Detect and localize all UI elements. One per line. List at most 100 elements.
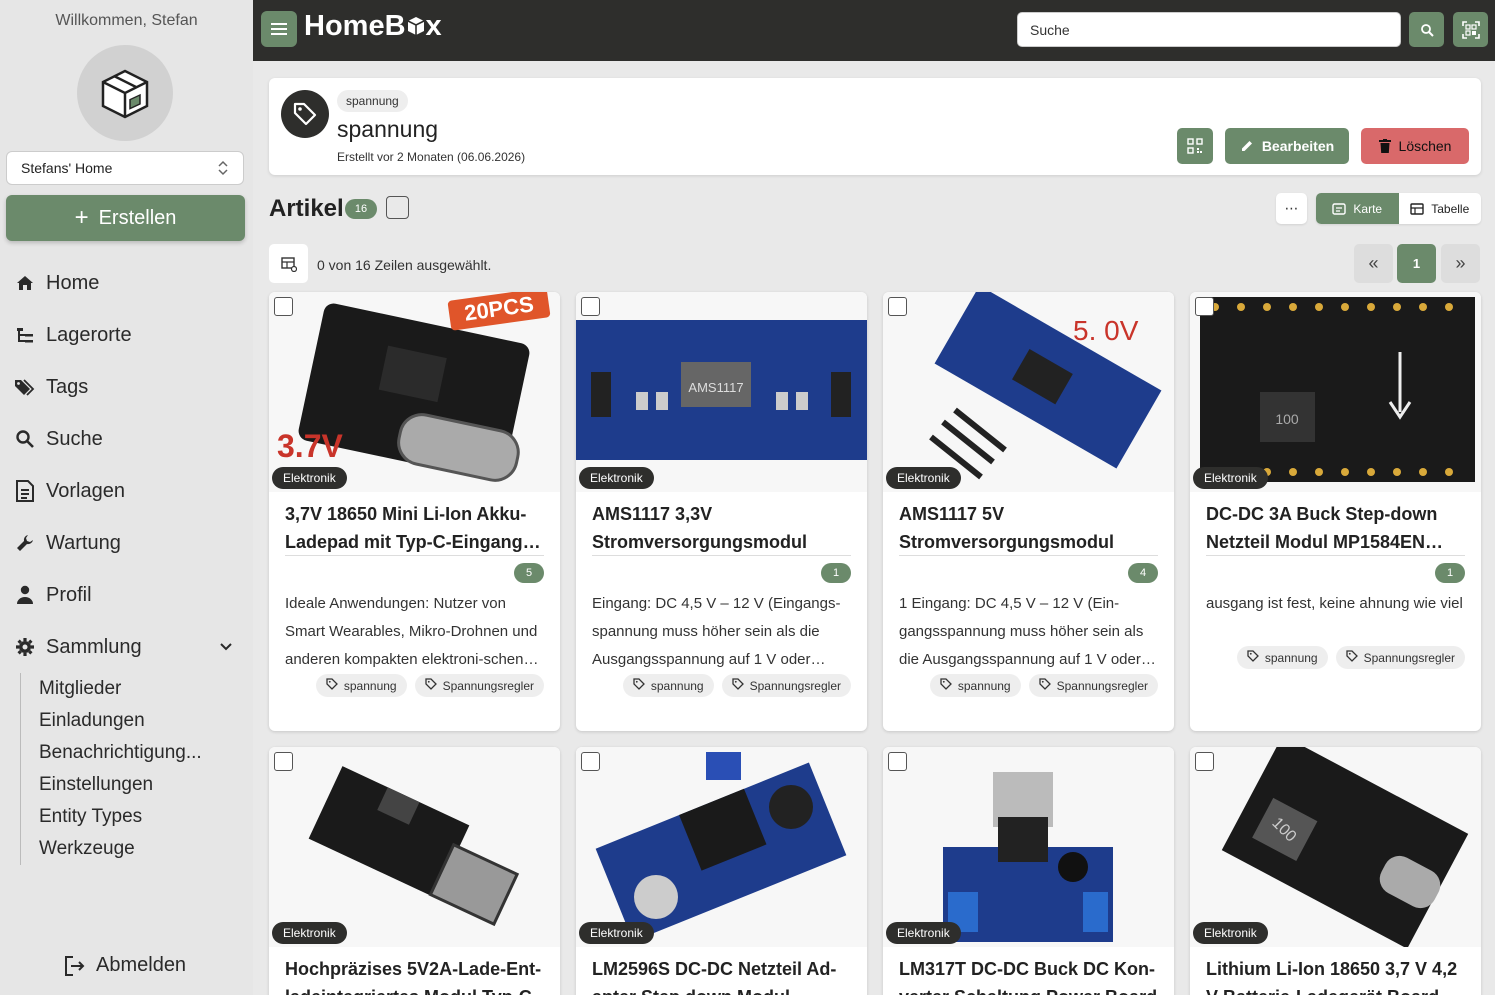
item-image[interactable]: 100 Elektronik bbox=[1190, 292, 1481, 492]
item-checkbox[interactable] bbox=[581, 752, 600, 771]
item-checkbox[interactable] bbox=[274, 297, 293, 316]
item-checkbox[interactable] bbox=[1195, 297, 1214, 316]
qr-scan-icon bbox=[1461, 20, 1480, 39]
item-title[interactable]: Hochpräzises 5V2A-Lade-Ent-ladeintegrier… bbox=[285, 955, 544, 995]
home-select-label: Stefans' Home bbox=[21, 160, 113, 176]
box-logo-icon bbox=[77, 45, 173, 141]
brand-logo[interactable]: HomeB x bbox=[304, 10, 442, 43]
item-image[interactable]: AMS1117 Elektronik bbox=[576, 292, 867, 492]
sidebar-item-lagerorte[interactable]: Lagerorte bbox=[0, 309, 253, 361]
location-badge[interactable]: Elektronik bbox=[272, 922, 347, 944]
tag-pill[interactable]: spannung bbox=[929, 674, 1021, 697]
location-badge[interactable]: Elektronik bbox=[579, 467, 654, 489]
search-button[interactable] bbox=[1409, 12, 1444, 47]
logout-button[interactable]: Abmelden bbox=[64, 954, 186, 977]
sidebar-item-suche[interactable]: Suche bbox=[0, 413, 253, 465]
tag-pill[interactable]: Spannungsregler bbox=[1335, 646, 1465, 669]
tag-icon bbox=[731, 678, 744, 693]
subnav-item-einstellungen[interactable]: Einstellungen bbox=[39, 769, 253, 801]
item-image[interactable]: Elektronik bbox=[269, 747, 560, 947]
item-card[interactable]: 5. 0V Elektronik AMS1117 5V Stromversorgun… bbox=[883, 292, 1174, 731]
sidebar-item-label: Suche bbox=[46, 427, 103, 450]
item-card[interactable]: Elektronik LM317T DC-DC Buck DC Kon-verte… bbox=[883, 747, 1174, 995]
more-options-button[interactable]: ⋯ bbox=[1276, 193, 1307, 224]
item-title[interactable]: 3,7V 18650 Mini Li-Ion Akku-Ladepad mit … bbox=[285, 500, 544, 556]
tag-icon bbox=[424, 678, 437, 693]
next-page-button[interactable]: » bbox=[1441, 244, 1480, 283]
sidebar-item-wartung[interactable]: Wartung bbox=[0, 517, 253, 569]
item-title[interactable]: Lithium Li-Ion 18650 3,7 V 4,2 V Batteri… bbox=[1206, 955, 1465, 995]
item-card[interactable]: 20PCS 3.7V Elektronik 3,7V 18650 Mini Li-Io… bbox=[269, 292, 560, 731]
tag-pill[interactable]: spannung bbox=[1236, 646, 1328, 669]
create-button[interactable]: + Erstellen bbox=[6, 195, 245, 241]
location-badge[interactable]: Elektronik bbox=[272, 467, 347, 489]
view-table-button[interactable]: Tabelle bbox=[1399, 193, 1482, 224]
location-badge[interactable]: Elektronik bbox=[579, 922, 654, 944]
edit-button[interactable]: Bearbeiten bbox=[1225, 128, 1349, 164]
sidebar-item-label: Sammlung bbox=[46, 635, 142, 658]
view-card-button[interactable]: Karte bbox=[1316, 193, 1399, 224]
sidebar-item-vorlagen[interactable]: Vorlagen bbox=[0, 465, 253, 517]
page-1-button[interactable]: 1 bbox=[1397, 244, 1436, 283]
item-checkbox[interactable] bbox=[274, 752, 293, 771]
item-image[interactable]: 20PCS 3.7V Elektronik bbox=[269, 292, 560, 492]
item-title[interactable]: AMS1117 5V Stromversorgungsmodul bbox=[899, 500, 1158, 556]
item-image[interactable]: 5. 0V Elektronik bbox=[883, 292, 1174, 492]
item-title[interactable]: LM317T DC-DC Buck DC Kon-verter Schaltun… bbox=[899, 955, 1158, 995]
sidebar-item-home[interactable]: Home bbox=[0, 257, 253, 309]
tag-label: Spannungsregler bbox=[1363, 650, 1455, 665]
tag-pill[interactable]: Spannungsregler bbox=[1028, 674, 1158, 697]
scan-button[interactable] bbox=[1453, 12, 1488, 47]
item-title[interactable]: LM2596S DC-DC Netzteil Ad-apter Step dow… bbox=[592, 955, 851, 995]
sidebar-item-profil[interactable]: Profil bbox=[0, 569, 253, 621]
search-input[interactable] bbox=[1017, 12, 1401, 47]
item-image[interactable]: Elektronik bbox=[883, 747, 1174, 947]
item-checkbox[interactable] bbox=[581, 297, 600, 316]
subnav-item-einladungen[interactable]: Einladungen bbox=[39, 705, 253, 737]
item-checkbox[interactable] bbox=[1195, 752, 1214, 771]
item-card[interactable]: Elektronik Hochpräzises 5V2A-Lade-Ent-lad… bbox=[269, 747, 560, 995]
tag-icon bbox=[326, 678, 338, 693]
item-card[interactable]: 100 Elektronik Lithium Li-Ion 18650 3,7 V … bbox=[1190, 747, 1481, 995]
item-card[interactable]: 100 Elektronik DC-DC 3A Buck Step-down Net… bbox=[1190, 292, 1481, 731]
delete-button[interactable]: Löschen bbox=[1361, 128, 1469, 164]
sidebar-item-tags[interactable]: Tags bbox=[0, 361, 253, 413]
location-badge[interactable]: Elektronik bbox=[1193, 467, 1268, 489]
subnav-item-werkzeuge[interactable]: Werkzeuge bbox=[39, 833, 253, 865]
location-badge[interactable]: Elektronik bbox=[886, 467, 961, 489]
subnav-item-mitglieder[interactable]: Mitglieder bbox=[39, 673, 253, 705]
pencil-icon bbox=[1241, 141, 1252, 151]
location-badge[interactable]: Elektronik bbox=[886, 922, 961, 944]
main-content: spannung spannung Erstellt vor 2 Monaten… bbox=[253, 61, 1495, 995]
item-title[interactable]: AMS1117 3,3V Stromversorgungsmodul bbox=[592, 500, 851, 556]
item-image[interactable]: 100 Elektronik bbox=[1190, 747, 1481, 947]
prev-page-button[interactable]: « bbox=[1354, 244, 1393, 283]
tag-pill[interactable]: spannung bbox=[315, 674, 407, 697]
menu-button[interactable] bbox=[261, 11, 297, 47]
item-title[interactable]: DC-DC 3A Buck Step-down Netzteil Modul M… bbox=[1206, 500, 1465, 556]
item-tags: spannung Spannungsregler bbox=[592, 674, 851, 709]
sidebar-item-label: Vorlagen bbox=[46, 479, 125, 502]
tag-pill[interactable]: spannung bbox=[622, 674, 714, 697]
item-checkbox[interactable] bbox=[888, 752, 907, 771]
card-view-icon bbox=[1332, 202, 1347, 215]
item-card[interactable]: AMS1117 Elektronik AMS1117 3,3V Stromverso… bbox=[576, 292, 867, 731]
subnav-item-benachrichtigungen[interactable]: Benachrichtigung... bbox=[39, 737, 253, 769]
item-image[interactable]: Elektronik bbox=[576, 747, 867, 947]
sidebar: Willkommen, Stefan Stefans' Home + Erste… bbox=[0, 0, 253, 995]
item-checkbox[interactable] bbox=[888, 297, 907, 316]
create-label: Erstellen bbox=[98, 206, 177, 229]
topbar: HomeB x bbox=[253, 0, 1495, 61]
brand-text-pre: HomeB bbox=[304, 10, 406, 42]
tag-pill[interactable]: Spannungsregler bbox=[721, 674, 851, 697]
qr-code-button[interactable] bbox=[1177, 128, 1213, 164]
select-all-checkbox[interactable] bbox=[386, 196, 409, 219]
sidebar-item-sammlung[interactable]: Sammlung bbox=[0, 621, 253, 673]
subnav-item-entity-types[interactable]: Entity Types bbox=[39, 801, 253, 833]
home-select[interactable]: Stefans' Home bbox=[6, 151, 244, 185]
location-badge[interactable]: Elektronik bbox=[1193, 922, 1268, 944]
tag-pill[interactable]: Spannungsregler bbox=[414, 674, 544, 697]
sidebar-item-label: Lagerorte bbox=[46, 323, 132, 346]
column-settings-button[interactable] bbox=[269, 244, 308, 283]
item-card[interactable]: Elektronik LM2596S DC-DC Netzteil Ad-apte… bbox=[576, 747, 867, 995]
